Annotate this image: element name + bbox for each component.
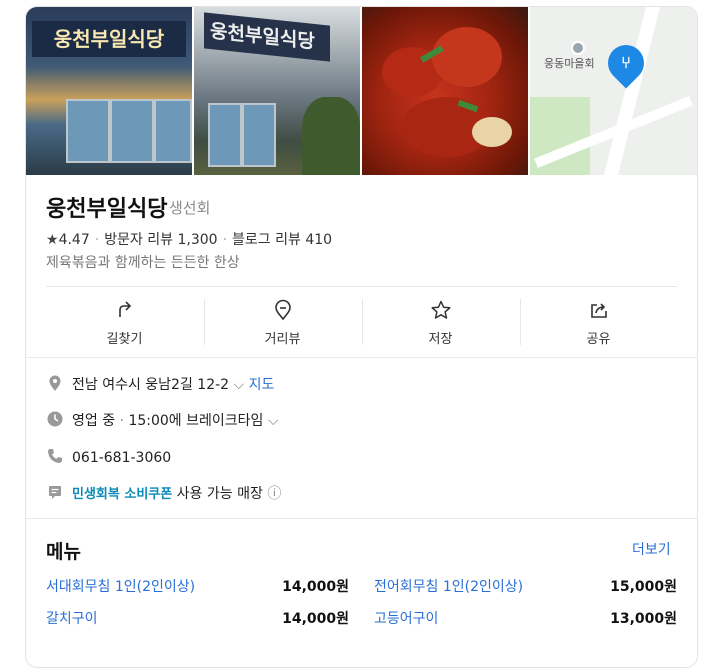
visitor-review-link[interactable]: 방문자 리뷰 1,300 [104, 232, 217, 248]
place-card: 웅천부일식당 웅천부일식당 웅동마을회 ⑂ 웅천부일식당 생선회 ★4.47 ·… [25, 6, 698, 668]
place-description: 제육볶음과 함께하는 든든한 한상 [46, 255, 240, 271]
street-view-button[interactable]: 거리뷰 [204, 287, 361, 357]
photo-strip: 웅천부일식당 웅천부일식당 웅동마을회 ⑂ [26, 7, 697, 175]
location-pin-icon [46, 374, 64, 392]
coupon-text: 사용 가능 매장 [176, 486, 263, 502]
hours-detail: 15:00에 브레이크타임 [128, 413, 264, 429]
storefront-photo[interactable]: 웅천부일식당 [26, 7, 192, 175]
menu-item-price: 14,000원 [282, 611, 349, 627]
open-status: 영업 중 [72, 413, 116, 429]
review-summary: ★4.47 · 방문자 리뷰 1,300 · 블로그 리뷰 410 [46, 232, 333, 248]
menu-item[interactable]: 전어회무침 1인(2인이상) 15,000원 [374, 576, 677, 596]
save-button[interactable]: 저장 [362, 287, 519, 357]
directions-label: 길찾기 [106, 332, 143, 347]
street-view-icon [204, 299, 361, 321]
restaurant-icon: ⑂ [621, 53, 631, 72]
share-button[interactable]: 공유 [520, 287, 677, 357]
place-category: 생선회 [169, 199, 211, 217]
building-photo[interactable]: 웅천부일식당 [194, 7, 360, 175]
star-icon: ★ [46, 232, 59, 248]
save-label: 저장 [428, 332, 453, 347]
menu-item[interactable]: 갈치구이 14,000원 [46, 608, 349, 628]
directions-button[interactable]: 길찾기 [46, 287, 203, 357]
coupon-row: 민생회복 소비쿠폰 사용 가능 매장 ⓘ [46, 483, 281, 503]
chevron-down-icon[interactable]: ⌵ [268, 413, 279, 429]
menu-item-price: 15,000원 [610, 579, 677, 595]
food-photo[interactable] [362, 7, 528, 175]
menu-item[interactable]: 서대회무침 1인(2인이상) 14,000원 [46, 576, 349, 596]
menu-item-price: 14,000원 [282, 579, 349, 595]
map-link[interactable]: 지도 [249, 377, 275, 393]
map-poi-dot [571, 41, 585, 55]
menu-item-name: 서대회무침 1인(2인이상) [46, 579, 196, 595]
action-bar: 길찾기 거리뷰 저장 공유 [46, 286, 677, 357]
coupon-icon [46, 483, 64, 501]
phone-row: 061-681-3060 [46, 447, 171, 466]
menu-item-name: 전어회무침 1인(2인이상) [374, 579, 524, 595]
coupon-badge: 민생회복 소비쿠폰 [72, 487, 173, 502]
menu-item[interactable]: 고등어구이 13,000원 [374, 608, 677, 628]
chevron-down-icon[interactable]: ⌵ [234, 377, 245, 393]
share-label: 공유 [586, 332, 611, 347]
building-sign: 웅천부일식당 [204, 12, 330, 62]
phone-number[interactable]: 061-681-3060 [72, 450, 171, 466]
phone-icon [46, 447, 64, 465]
store-sign: 웅천부일식당 [32, 21, 186, 57]
star-icon [362, 299, 519, 321]
share-icon [520, 299, 677, 321]
directions-icon [46, 299, 203, 321]
address-text[interactable]: 전남 여수시 웅남2길 12-2 [72, 377, 229, 393]
info-icon[interactable]: ⓘ [267, 486, 281, 502]
menu-heading: 메뉴 [46, 541, 81, 563]
place-name[interactable]: 웅천부일식당 [46, 191, 167, 223]
rating: 4.47 [58, 232, 90, 248]
map-thumbnail[interactable]: 웅동마을회 ⑂ [530, 7, 697, 175]
address-row: 전남 여수시 웅남2길 12-2 ⌵ 지도 [46, 374, 274, 394]
divider [26, 518, 697, 519]
menu-item-name: 갈치구이 [46, 611, 98, 627]
street-view-label: 거리뷰 [264, 332, 301, 347]
menu-more-link[interactable]: 더보기 [632, 539, 671, 559]
map-label: 웅동마을회 [544, 57, 595, 70]
divider [26, 357, 697, 358]
clock-icon [46, 410, 64, 428]
hours-row[interactable]: 영업 중 · 15:00에 브레이크타임 ⌵ [46, 410, 279, 430]
menu-item-name: 고등어구이 [374, 611, 439, 627]
menu-item-price: 13,000원 [610, 611, 677, 627]
blog-review-link[interactable]: 블로그 리뷰 410 [232, 232, 332, 248]
